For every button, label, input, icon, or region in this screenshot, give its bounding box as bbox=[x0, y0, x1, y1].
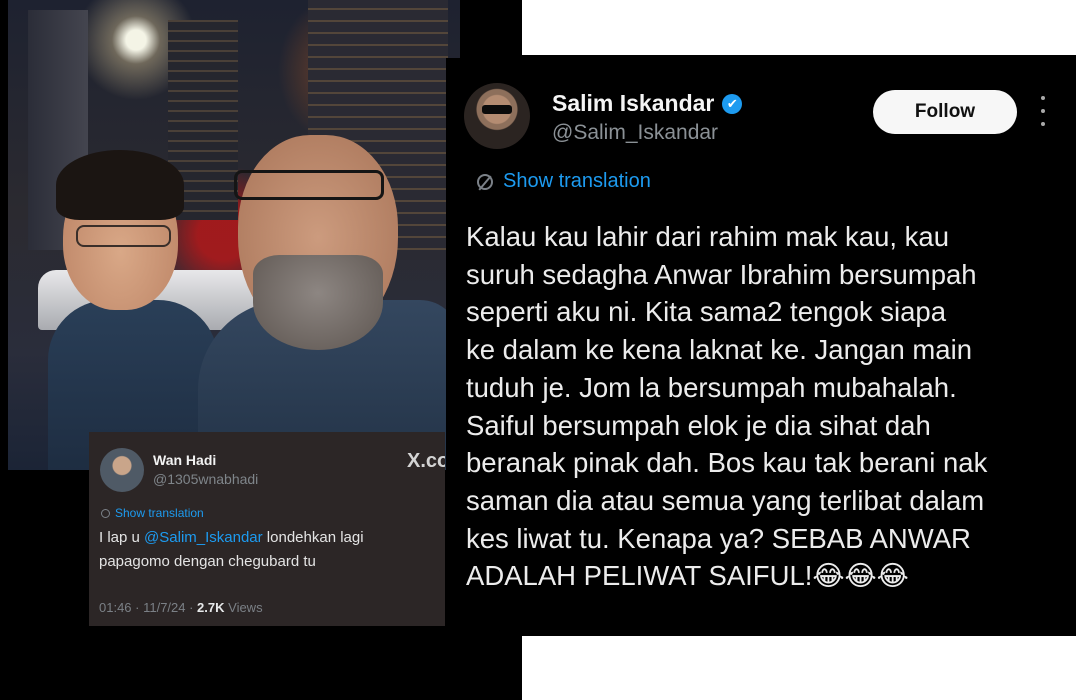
tweet-text-line: Saiful bersumpah elok je dia sihat dah bbox=[466, 409, 931, 441]
mention-link[interactable]: @Salim_Iskandar bbox=[144, 529, 263, 546]
person-right-beard bbox=[253, 255, 383, 350]
tweet-text-line: suruh sedagha Anwar Ibrahim bersumpah bbox=[466, 258, 977, 290]
tweet-text: I lap u @Salim_Iskandar londehkan lagi p… bbox=[99, 526, 429, 574]
tweet-text-line: ke dalam ke kena laknat ke. Jangan main bbox=[466, 334, 972, 366]
person-left-hair bbox=[56, 150, 184, 220]
white-strip-top bbox=[522, 0, 1076, 55]
show-translation-label: Show translation bbox=[503, 170, 651, 192]
translate-icon bbox=[101, 508, 110, 518]
tweet-text-line: Kalau kau lahir dari rahim mak kau, kau bbox=[466, 221, 950, 252]
quoted-tweet-card[interactable]: Wan Hadi @1305wnabhadi X.com Show transl… bbox=[89, 432, 445, 626]
more-options-icon[interactable] bbox=[1037, 96, 1049, 126]
tweet-text-line: saman dia atau semua yang terlibat dalam bbox=[466, 484, 985, 516]
selfie-photo bbox=[8, 0, 460, 470]
views-count: 2.7K bbox=[197, 600, 225, 615]
show-translation-label: Show translation bbox=[115, 506, 204, 520]
tweet-text-part: I lap u bbox=[99, 529, 145, 546]
tweet-text-line: beranak pinak dah. Bos kau tak berani na… bbox=[466, 447, 988, 479]
tweet-author-handle[interactable]: @Salim_Iskandar bbox=[552, 121, 718, 145]
glasses-icon bbox=[234, 170, 384, 200]
follow-button[interactable]: Follow bbox=[873, 90, 1017, 134]
show-translation-link[interactable]: Show translation bbox=[477, 170, 651, 193]
sunglasses-icon bbox=[482, 105, 512, 114]
white-strip-bottom bbox=[522, 636, 1076, 700]
verified-badge-icon: ✔ bbox=[722, 93, 743, 114]
views-label: Views bbox=[224, 600, 263, 615]
tweet-author-handle[interactable]: @1305wnabhadi bbox=[153, 471, 258, 487]
show-translation-link[interactable]: Show translation bbox=[101, 506, 204, 520]
tweet-metadata: 01:46 · 11/7/24 · 2.7K Views bbox=[99, 600, 263, 615]
x-logo-icon: X.com bbox=[407, 450, 445, 472]
translate-icon bbox=[477, 173, 493, 190]
avatar[interactable] bbox=[100, 448, 144, 492]
tweet-timestamp[interactable]: 01:46 · 11/7/24 · bbox=[99, 600, 197, 615]
tweet-author-name[interactable]: Salim Iskandar bbox=[552, 90, 714, 117]
tweet-author-name-row[interactable]: Salim Iskandar ✔ bbox=[552, 90, 743, 117]
tweet-author-name[interactable]: Wan Hadi bbox=[153, 452, 216, 468]
tweet-text-line: seperti aku ni. Kita sama2 tengok siapa bbox=[466, 296, 947, 328]
tweet-text-line: tuduh je. Jom la bersumpah mubahalah. bbox=[466, 371, 957, 403]
tweet-text-line: ADALAH PELIWAT SAIFUL!😂😂😂 bbox=[466, 560, 909, 592]
avatar[interactable] bbox=[464, 83, 530, 149]
tweet-text: Kalau kau lahir dari rahim mak kau, kau … bbox=[466, 218, 1066, 595]
tweet-text-line: kes liwat tu. Kenapa ya? SEBAB ANWAR bbox=[466, 522, 971, 554]
main-tweet-card[interactable]: Salim Iskandar ✔ @Salim_Iskandar Follow … bbox=[446, 58, 1076, 635]
glasses-icon bbox=[76, 225, 171, 247]
